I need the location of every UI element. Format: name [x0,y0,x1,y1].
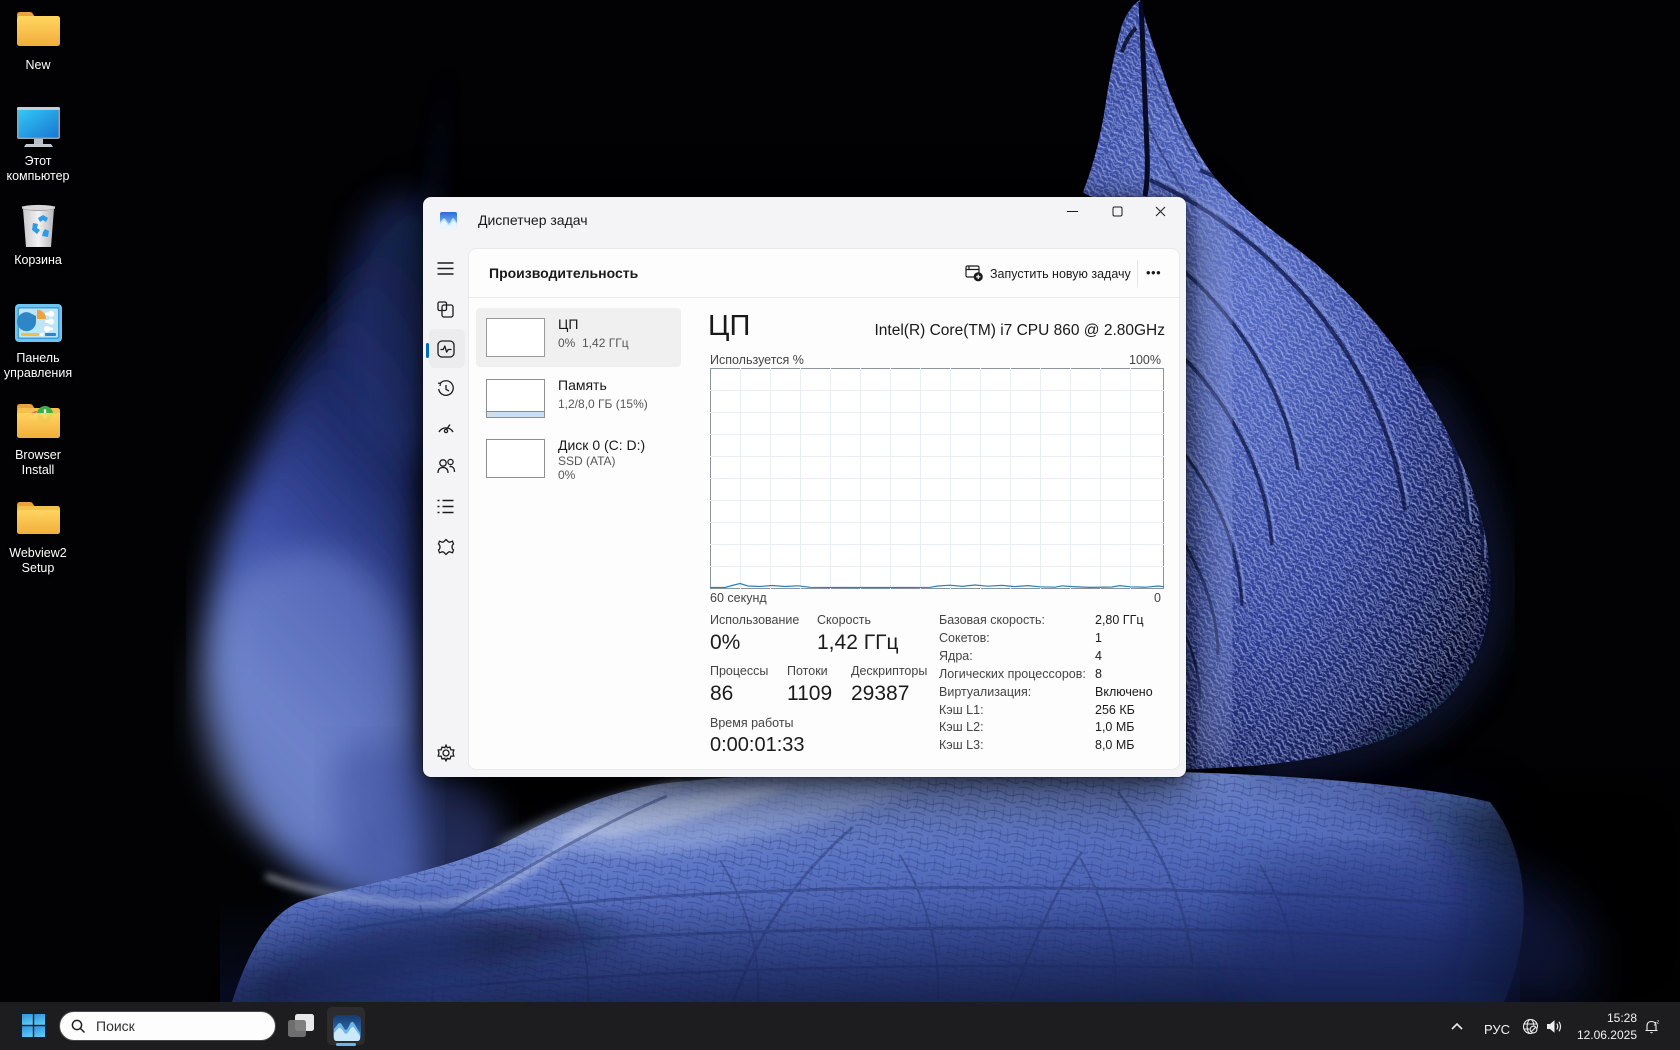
svg-text:z: z [1657,1020,1660,1026]
